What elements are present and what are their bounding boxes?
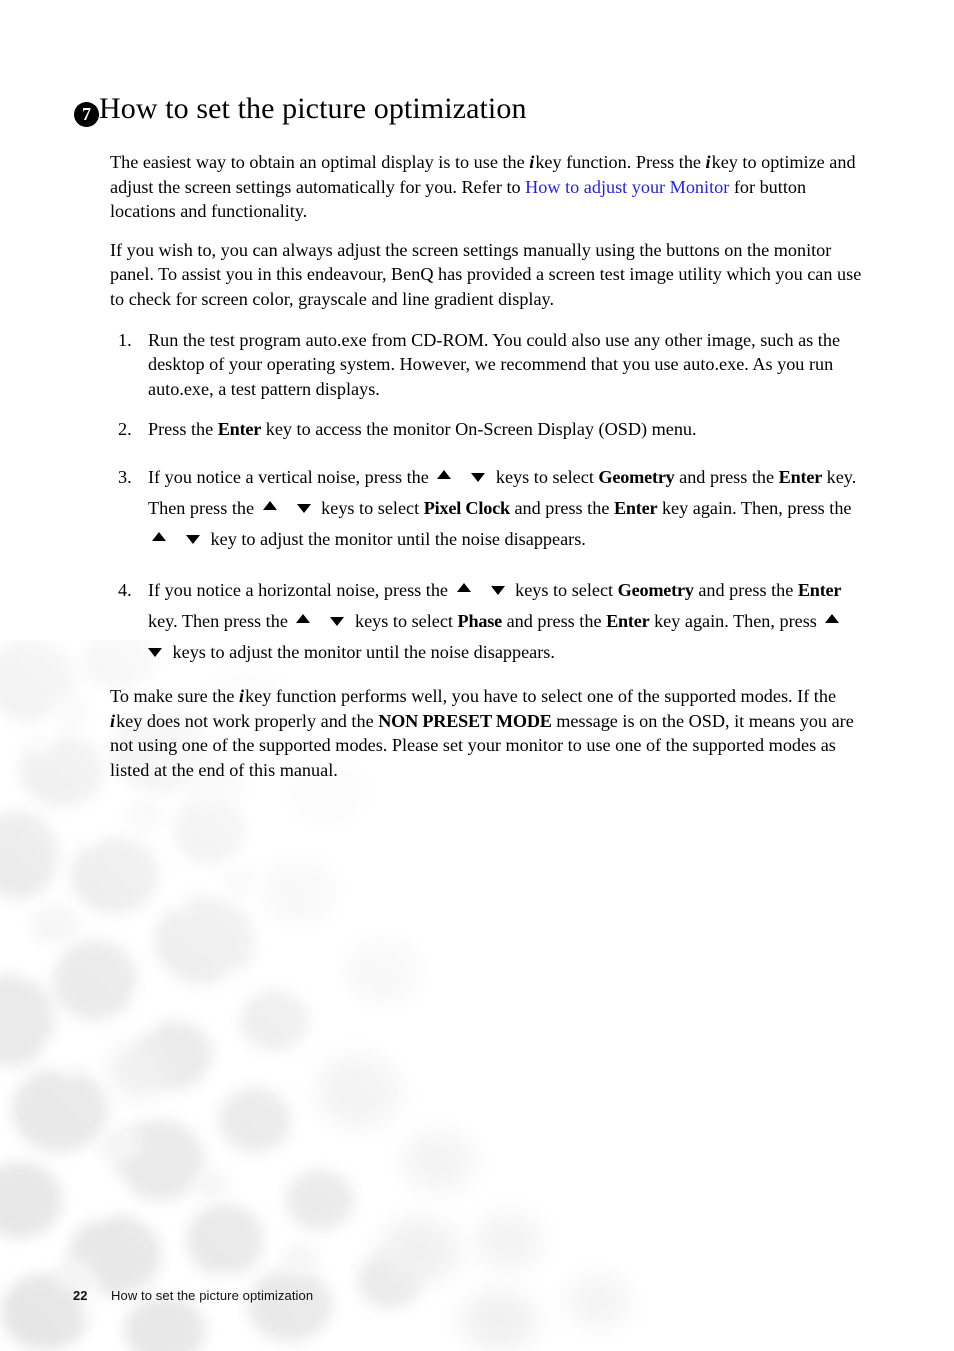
section-number-badge: 7 — [74, 102, 99, 127]
intro-paragraph-2: If you wish to, you can always adjust th… — [110, 239, 862, 309]
step4-part-e: keys to select — [350, 610, 458, 631]
step3-part-h: key to adjust the monitor until the nois… — [206, 528, 586, 549]
footer-section-title: How to set the picture optimization — [111, 1288, 314, 1303]
outro-paragraph: To make sure the ikey function performs … — [110, 684, 870, 782]
triangle-down-icon — [490, 585, 505, 595]
outro-part-a: To make sure the — [110, 685, 240, 706]
step-marker-1: 1. — [118, 329, 132, 350]
step-text-1: Run the test program auto.exe from CD-RO… — [148, 329, 841, 399]
page-title: How to set the picture optimization — [99, 92, 527, 125]
page-heading: 7 How to set the picture optimization — [74, 92, 527, 127]
triangle-down-icon — [186, 534, 200, 544]
step3-part-b: keys to select — [491, 466, 599, 487]
pixel-clock-menu-label: Pixel Clock — [423, 497, 510, 518]
outro-part-b: key function performs well, you have to … — [245, 685, 837, 706]
step-item-2: 2. Press the Enter key to access the moni… — [110, 417, 870, 442]
intro-paragraph-1: The easiest way to obtain an optimal dis… — [110, 150, 870, 224]
triangle-up-icon — [437, 469, 452, 479]
step3-part-c: and press the — [674, 466, 779, 487]
triangle-down-icon — [296, 503, 311, 513]
enter-key-label: Enter — [778, 466, 823, 487]
step3-part-g: key again. Then, press the — [657, 497, 852, 518]
enter-key-label: Enter — [613, 497, 658, 518]
triangle-down-icon — [148, 647, 162, 657]
step-marker-2: 2. — [118, 419, 132, 440]
document-page: 7 How to set the picture optimization Th… — [0, 0, 954, 1351]
step4-part-f: and press the — [502, 610, 607, 631]
step4-part-d: key. Then press the — [148, 610, 293, 631]
geometry-menu-label: Geometry — [617, 579, 694, 600]
triangle-up-icon — [296, 613, 311, 623]
how-to-adjust-your-monitor-link[interactable]: How to adjust your Monitor — [525, 177, 729, 197]
step4-part-b: keys to select — [510, 579, 618, 600]
outro-part-c: key does not work properly and the — [116, 710, 379, 731]
step4-part-a: If you notice a horizontal noise, press … — [148, 579, 453, 600]
steps-list: 1. Run the test program auto.exe from CD-… — [110, 328, 870, 668]
step2-part-c: key to access the monitor On-Screen Disp… — [261, 419, 697, 440]
footer-page-number: 22 — [73, 1288, 88, 1303]
step-marker-3: 3. — [118, 466, 132, 487]
triangle-up-icon — [152, 531, 166, 541]
step4-part-h: keys to adjust the monitor until the noi… — [168, 641, 555, 662]
enter-key-label: Enter — [797, 579, 842, 600]
step-item-3: 3. If you notice a vertical noise, press … — [110, 462, 870, 555]
non-preset-mode-label: NON PRESET MODE — [378, 710, 552, 731]
step2-part-a: Press the — [148, 419, 218, 440]
step-marker-4: 4. — [118, 579, 132, 600]
triangle-up-icon — [262, 500, 277, 510]
enter-key-label: Enter — [606, 610, 650, 631]
step4-part-c: and press the — [693, 579, 798, 600]
page-footer: 22 How to set the picture optimization — [73, 1288, 313, 1303]
step3-part-f: and press the — [509, 497, 614, 518]
enter-key-label: Enter — [217, 419, 262, 440]
step-item-1: 1. Run the test program auto.exe from CD-… — [110, 328, 870, 402]
geometry-menu-label: Geometry — [598, 466, 675, 487]
triangle-down-icon — [330, 616, 345, 626]
step-item-4: 4. If you notice a horizontal noise, pres… — [110, 575, 870, 668]
triangle-down-icon — [471, 472, 486, 482]
triangle-up-icon — [825, 613, 840, 623]
intro-p1-part-b: key function. Press the — [535, 152, 706, 172]
content-body: The easiest way to obtain an optimal dis… — [110, 150, 870, 796]
step4-part-g: key again. Then, press — [649, 610, 822, 631]
triangle-up-icon — [456, 582, 471, 592]
step3-part-e: keys to select — [316, 497, 424, 518]
phase-menu-label: Phase — [457, 610, 503, 631]
step3-part-a: If you notice a vertical noise, press th… — [148, 466, 434, 487]
intro-p1-part-a: The easiest way to obtain an optimal dis… — [110, 152, 530, 172]
